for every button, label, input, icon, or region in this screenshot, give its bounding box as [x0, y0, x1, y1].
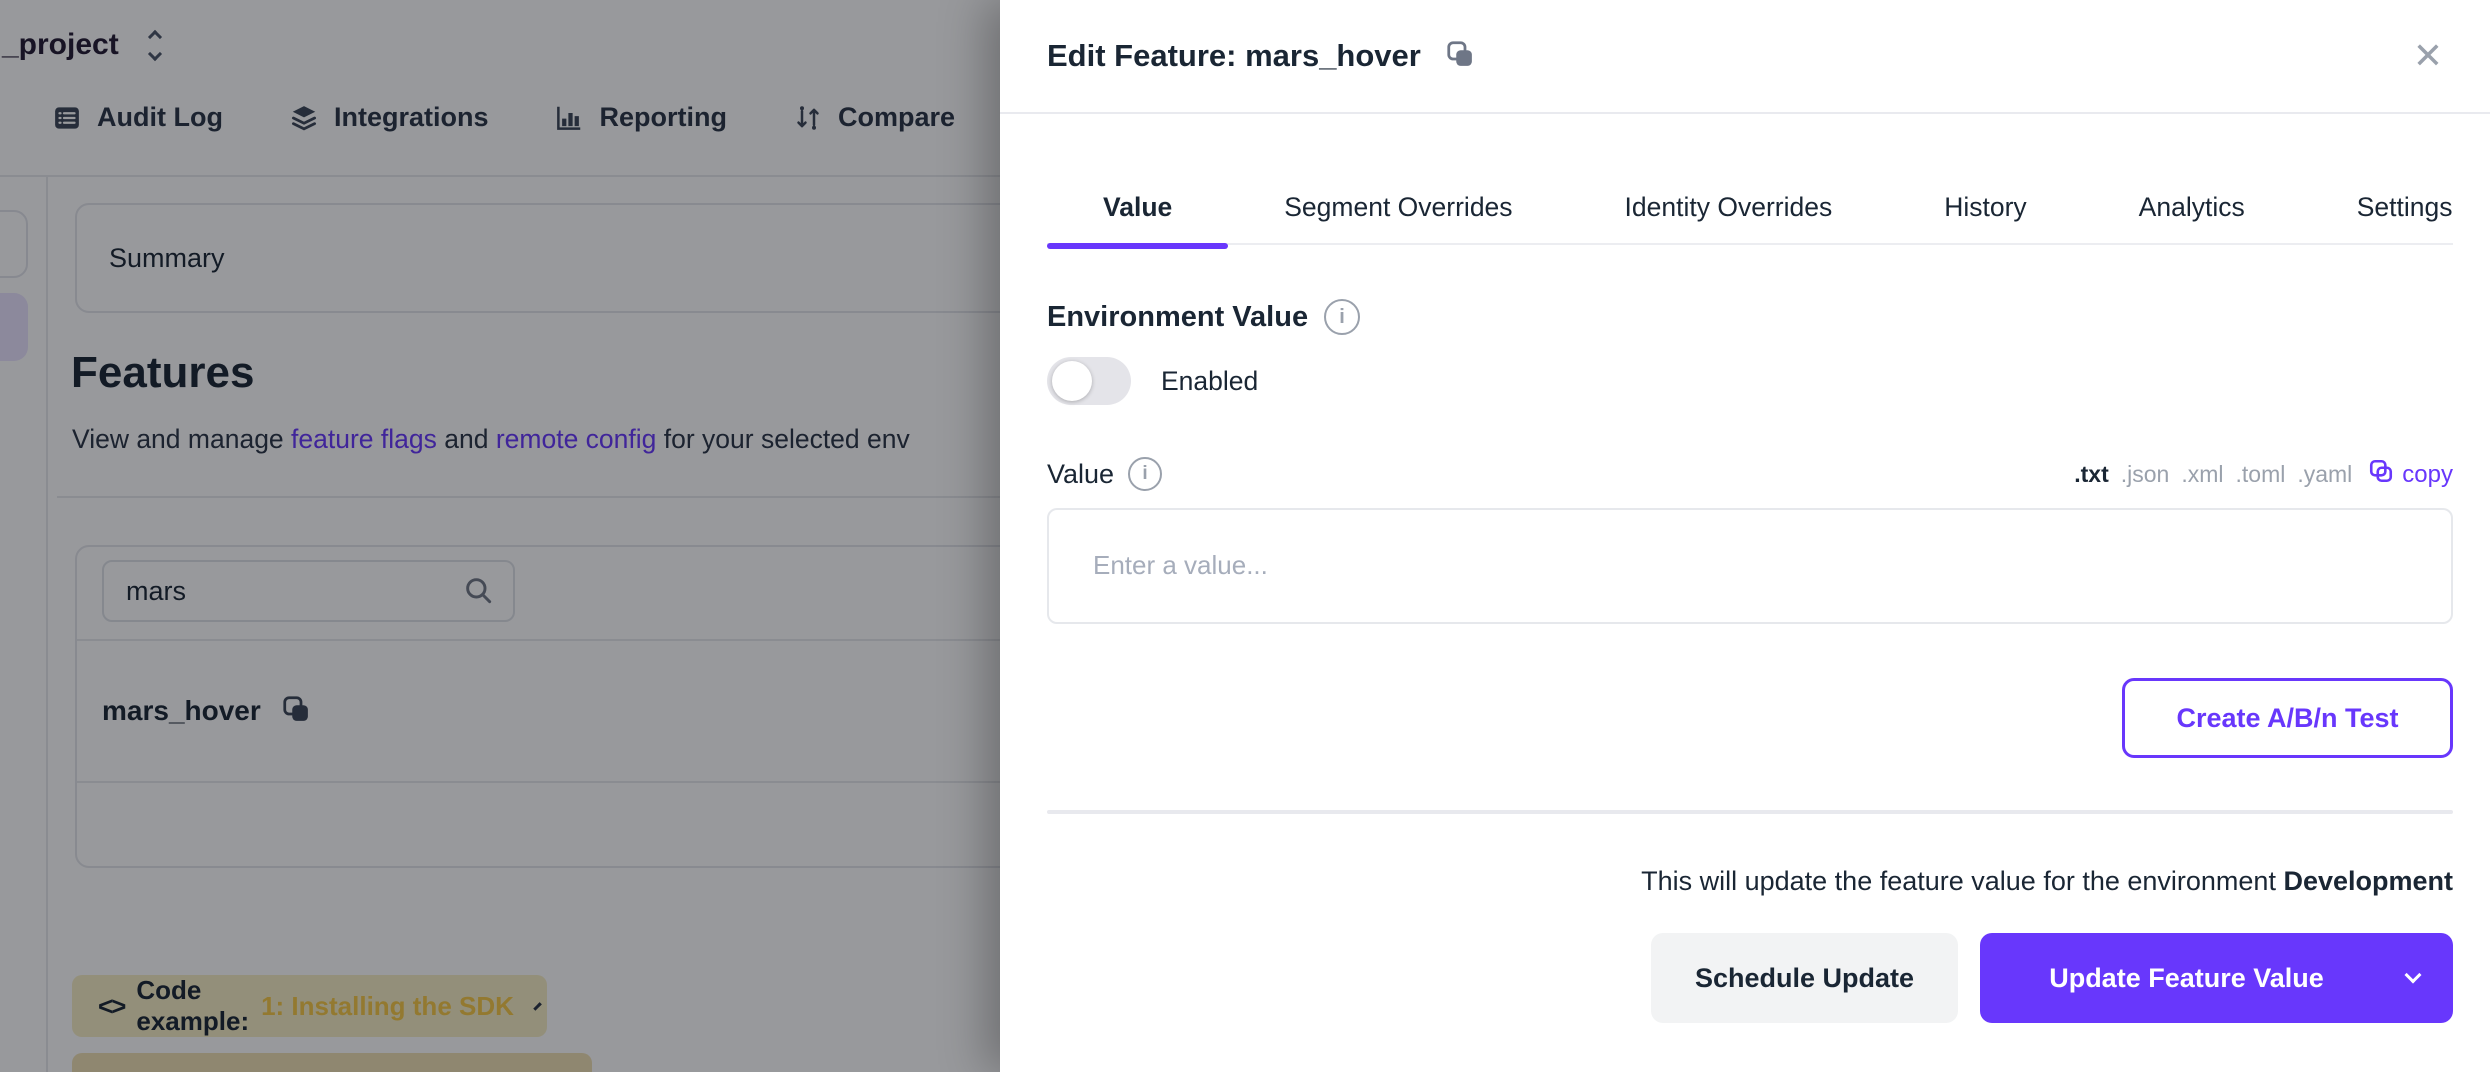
tab-value[interactable]: Value: [1047, 192, 1228, 243]
panel-actions: Schedule Update Update Feature Value: [1651, 933, 2453, 1023]
schedule-update-button[interactable]: Schedule Update: [1651, 933, 1958, 1023]
value-label: Value: [1047, 459, 1114, 490]
copy-label: copy: [2402, 461, 2453, 489]
create-abn-test-button[interactable]: Create A/B/n Test: [2122, 678, 2453, 758]
format-json[interactable]: .json: [2121, 461, 2170, 488]
tab-identity-overrides[interactable]: Identity Overrides: [1569, 192, 1889, 243]
notice-text: This will update the feature value for t…: [1641, 866, 2283, 896]
format-txt[interactable]: .txt: [2074, 461, 2109, 488]
value-label-row: Value i .txt .json .xml .toml .yaml copy: [1047, 457, 2453, 491]
toggle-knob: [1052, 361, 1092, 401]
copy-icon: [2368, 458, 2394, 491]
panel-title: Edit Feature: mars_hover: [1047, 38, 1421, 74]
tab-history[interactable]: History: [1888, 192, 2082, 243]
update-feature-value-button[interactable]: Update Feature Value: [1980, 933, 2453, 1023]
info-icon[interactable]: i: [1128, 457, 1162, 491]
format-xml[interactable]: .xml: [2181, 461, 2223, 488]
tab-analytics[interactable]: Analytics: [2083, 192, 2301, 243]
format-toml[interactable]: .toml: [2236, 461, 2286, 488]
info-icon[interactable]: i: [1324, 299, 1360, 335]
tab-segment-overrides[interactable]: Segment Overrides: [1228, 192, 1568, 243]
divider: [1047, 810, 2453, 814]
copy-icon[interactable]: [1445, 39, 1475, 74]
format-yaml[interactable]: .yaml: [2297, 461, 2352, 488]
heading-text: Environment Value: [1047, 301, 1308, 334]
close-icon[interactable]: ✕: [2413, 38, 2443, 74]
tab-settings[interactable]: Settings: [2301, 192, 2490, 243]
environment-value-heading: Environment Value i: [1047, 299, 2490, 335]
panel-tabs: Value Segment Overrides Identity Overrid…: [1047, 192, 2453, 245]
edit-feature-panel: Edit Feature: mars_hover ✕ Value Segment…: [1000, 0, 2490, 1072]
environment-notice: This will update the feature value for t…: [1641, 866, 2453, 897]
enabled-toggle-row: Enabled: [1047, 357, 2490, 405]
chevron-down-icon: [2405, 967, 2422, 984]
value-input[interactable]: [1047, 508, 2453, 624]
update-button-label: Update Feature Value: [2049, 963, 2324, 993]
enabled-toggle[interactable]: [1047, 357, 1131, 405]
panel-header: Edit Feature: mars_hover ✕: [1000, 0, 2490, 114]
copy-value-button[interactable]: copy: [2368, 458, 2453, 491]
toggle-label: Enabled: [1161, 366, 1258, 397]
environment-name: Development: [2283, 866, 2453, 896]
